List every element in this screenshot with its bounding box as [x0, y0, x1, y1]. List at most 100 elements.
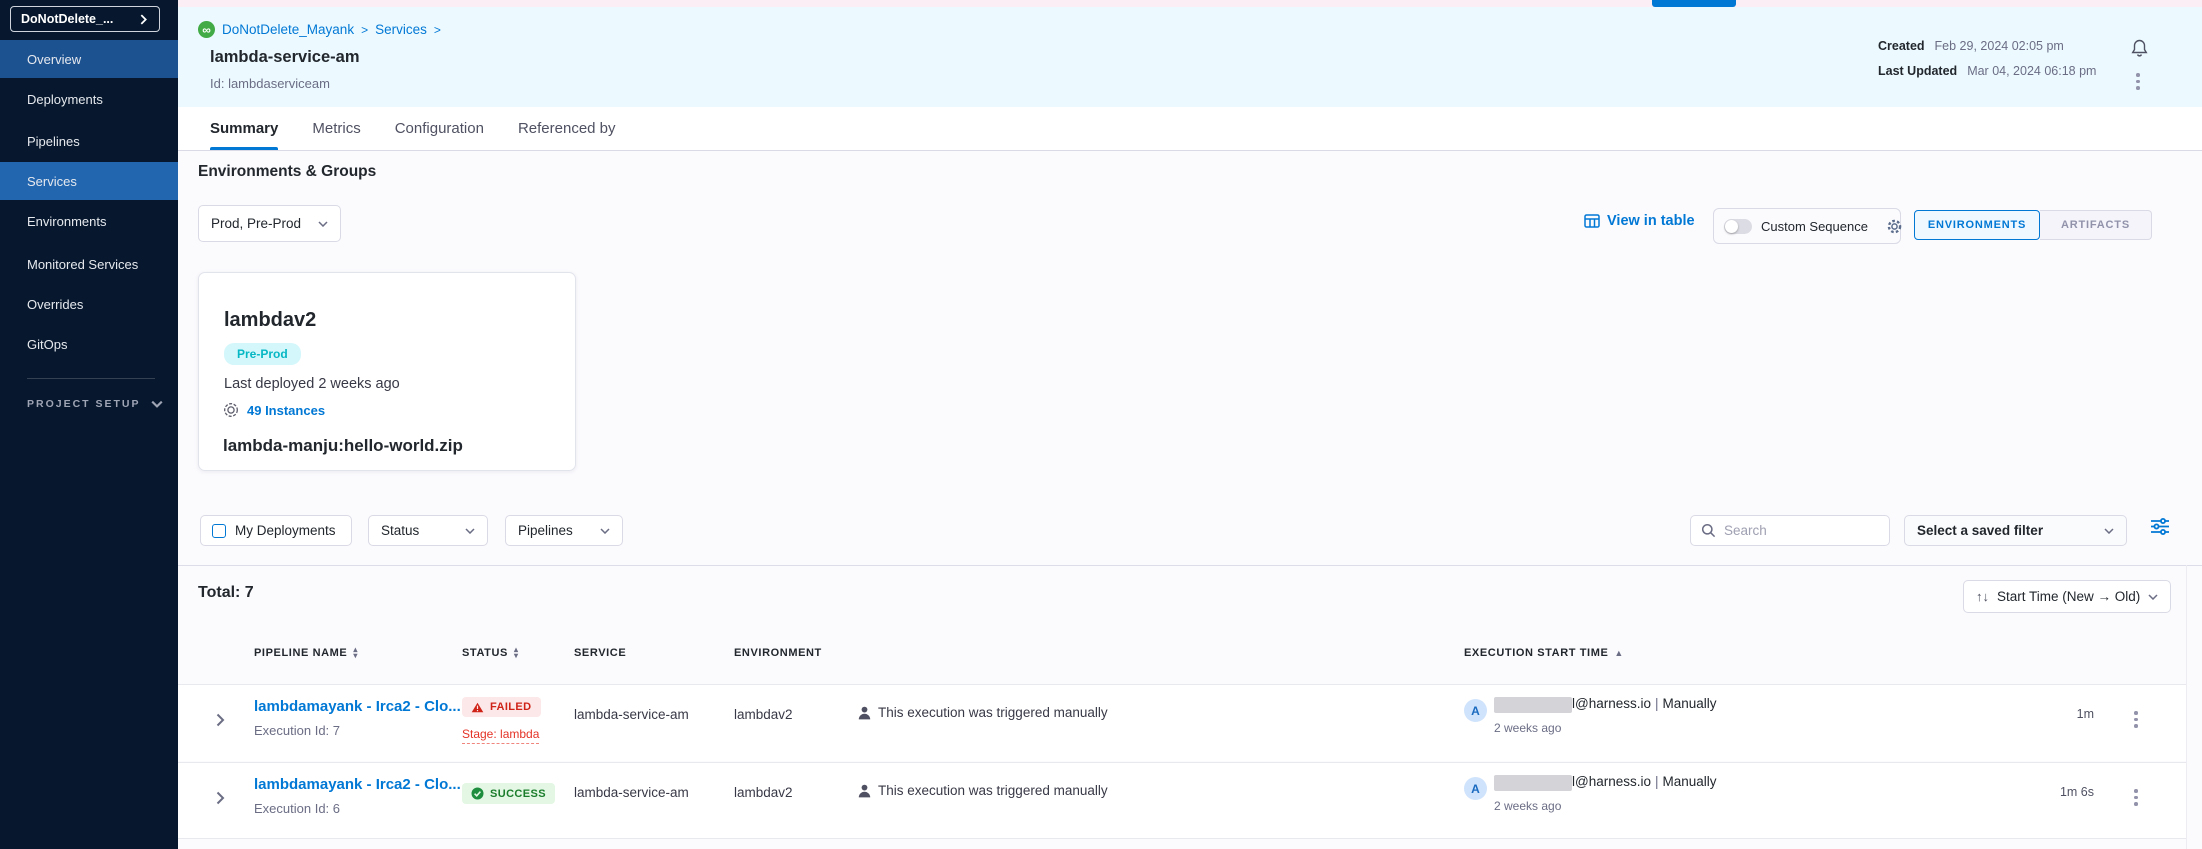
- row-more-menu[interactable]: [2134, 789, 2138, 806]
- search-input[interactable]: [1724, 523, 1864, 538]
- artifact-name: lambda-manju:hello-world.zip: [223, 436, 463, 456]
- sidebar-item-services[interactable]: Services: [0, 162, 178, 200]
- sidebar-item-monitored-services[interactable]: Monitored Services: [0, 245, 178, 283]
- toggle-artifacts-button[interactable]: ARTIFACTS: [2040, 210, 2152, 240]
- trigger-text: This execution was triggered manually: [878, 705, 1108, 720]
- deployment-row: lambdamayank - Irca2 - Clo... Execution …: [178, 762, 2186, 839]
- status-filter-dropdown[interactable]: Status: [368, 515, 488, 546]
- chevron-down-icon: [2148, 594, 2158, 600]
- sidebar: DoNotDelete_... Overview Deployments Pip…: [0, 0, 178, 849]
- created-value: Feb 29, 2024 02:05 pm: [1935, 39, 2064, 53]
- person-icon: [858, 784, 871, 798]
- sidebar-divider: [27, 378, 155, 379]
- content-right-edge: [2186, 565, 2187, 849]
- column-label: SERVICE: [574, 647, 626, 659]
- sidebar-item-label: Monitored Services: [27, 257, 138, 272]
- sidebar-item-environments[interactable]: Environments: [0, 202, 178, 240]
- cd-module-icon: ∞: [198, 21, 215, 38]
- execution-id: Execution Id: 6: [254, 801, 340, 816]
- pipelines-filter-dropdown[interactable]: Pipelines: [505, 515, 623, 546]
- chevron-right-icon: [140, 14, 147, 25]
- environment-type-dropdown[interactable]: Prod, Pre-Prod: [198, 205, 341, 242]
- status-badge: SUCCESS: [462, 783, 555, 804]
- environment-cell: lambdav2: [734, 707, 793, 722]
- project-selector[interactable]: DoNotDelete_...: [10, 6, 160, 32]
- execution-id: Execution Id: 7: [254, 723, 340, 738]
- trigger-info: This execution was triggered manually: [858, 705, 1108, 720]
- tab-metrics[interactable]: Metrics: [312, 107, 360, 150]
- column-header-pipeline-name[interactable]: PIPELINE NAME ▴▾: [254, 647, 358, 660]
- breadcrumb-project-link[interactable]: DoNotDelete_Mayank: [222, 22, 354, 37]
- notification-bell-icon[interactable]: [2130, 38, 2149, 64]
- sort-both-icon: ▴▾: [514, 647, 519, 660]
- last-updated-label: Last Updated: [1878, 64, 1957, 78]
- sidebar-item-overrides[interactable]: Overrides: [0, 285, 178, 323]
- tab-summary[interactable]: Summary: [210, 107, 278, 150]
- created-row: Created Feb 29, 2024 02:05 pm: [1878, 39, 2064, 53]
- sidebar-item-pipelines[interactable]: Pipelines: [0, 122, 178, 160]
- check-circle-icon: [471, 787, 484, 800]
- instances-row: 49 Instances: [223, 402, 325, 418]
- sidebar-item-label: Pipelines: [27, 134, 80, 149]
- trigger-type: Manually: [1663, 696, 1717, 711]
- duration: 1m 6s: [2008, 785, 2094, 799]
- avatar: A: [1464, 699, 1487, 722]
- custom-sequence-toggle[interactable]: [1724, 219, 1752, 234]
- my-deployments-filter[interactable]: My Deployments: [200, 515, 352, 546]
- sort-order-dropdown[interactable]: ↑↓ Start Time (New → Old): [1963, 580, 2171, 613]
- view-in-table-link[interactable]: View in table: [1584, 213, 1695, 229]
- duration: 1m: [2008, 707, 2094, 721]
- breadcrumb-services-link[interactable]: Services: [375, 22, 427, 37]
- environment-card: lambdav2 Pre-Prod Last deployed 2 weeks …: [198, 272, 576, 471]
- deployment-row: lambdamayank - Irca2 - Clo... Execution …: [178, 684, 2186, 761]
- triggered-by: l@harness.io|Manually: [1572, 696, 1717, 711]
- expand-row-chevron[interactable]: [216, 791, 225, 805]
- triggered-by: l@harness.io|Manually: [1572, 774, 1717, 789]
- sort-both-icon: ▴▾: [353, 647, 358, 660]
- my-deployments-checkbox[interactable]: [212, 524, 226, 538]
- tab-referenced-by[interactable]: Referenced by: [518, 107, 616, 150]
- column-label: PIPELINE NAME: [254, 647, 347, 659]
- failed-stage-link[interactable]: Stage: lambda: [462, 727, 539, 744]
- created-label: Created: [1878, 39, 1925, 53]
- header-more-menu[interactable]: [2136, 73, 2140, 90]
- project-setup-section-toggle[interactable]: PROJECT SETUP: [27, 398, 167, 410]
- custom-sequence-label: Custom Sequence: [1761, 219, 1868, 234]
- warning-icon: [471, 702, 484, 713]
- redacted-username: [1494, 775, 1572, 791]
- saved-filter-dropdown[interactable]: Select a saved filter: [1904, 515, 2127, 546]
- instances-link[interactable]: 49 Instances: [247, 403, 325, 418]
- chevron-down-icon: [600, 528, 610, 534]
- column-label: STATUS: [462, 647, 508, 659]
- sidebar-item-label: Overview: [27, 52, 81, 67]
- chevron-down-icon: [318, 221, 328, 227]
- app-window: DoNotDelete_... Overview Deployments Pip…: [0, 0, 2202, 849]
- pipeline-name-link[interactable]: lambdamayank - Irca2 - Clo...: [254, 698, 461, 715]
- filter-sliders-icon[interactable]: [2150, 517, 2170, 540]
- tab-configuration[interactable]: Configuration: [395, 107, 484, 150]
- sort-order-label: Start Time (New → Old): [1997, 589, 2148, 604]
- sidebar-item-gitops[interactable]: GitOps: [0, 325, 178, 363]
- avatar: A: [1464, 777, 1487, 800]
- sidebar-item-label: Overrides: [27, 297, 83, 312]
- toggle-environments-button[interactable]: ENVIRONMENTS: [1914, 210, 2040, 240]
- gear-icon[interactable]: [1886, 218, 1903, 235]
- person-icon: [858, 706, 871, 720]
- sidebar-item-overview[interactable]: Overview: [0, 40, 178, 78]
- column-label: EXECUTION START TIME: [1464, 647, 1608, 659]
- status-badge: FAILED: [462, 697, 541, 717]
- pipeline-name-link[interactable]: lambdamayank - Irca2 - Clo...: [254, 776, 461, 793]
- table-icon: [1584, 214, 1600, 228]
- expand-row-chevron[interactable]: [216, 713, 225, 727]
- trigger-text: This execution was triggered manually: [878, 783, 1108, 798]
- column-header-status[interactable]: STATUS ▴▾: [462, 647, 519, 660]
- sidebar-item-deployments[interactable]: Deployments: [0, 80, 178, 118]
- service-cell: lambda-service-am: [574, 785, 689, 800]
- column-header-execution-start-time[interactable]: EXECUTION START TIME ▲: [1464, 647, 1624, 659]
- sort-updown-icon: ↑↓: [1976, 589, 1989, 604]
- chevron-down-icon: [2104, 528, 2114, 534]
- row-more-menu[interactable]: [2134, 711, 2138, 728]
- page-header: ∞ DoNotDelete_Mayank > Services > lambda…: [178, 7, 2202, 107]
- chevron-down-icon: [465, 528, 475, 534]
- service-cell: lambda-service-am: [574, 707, 689, 722]
